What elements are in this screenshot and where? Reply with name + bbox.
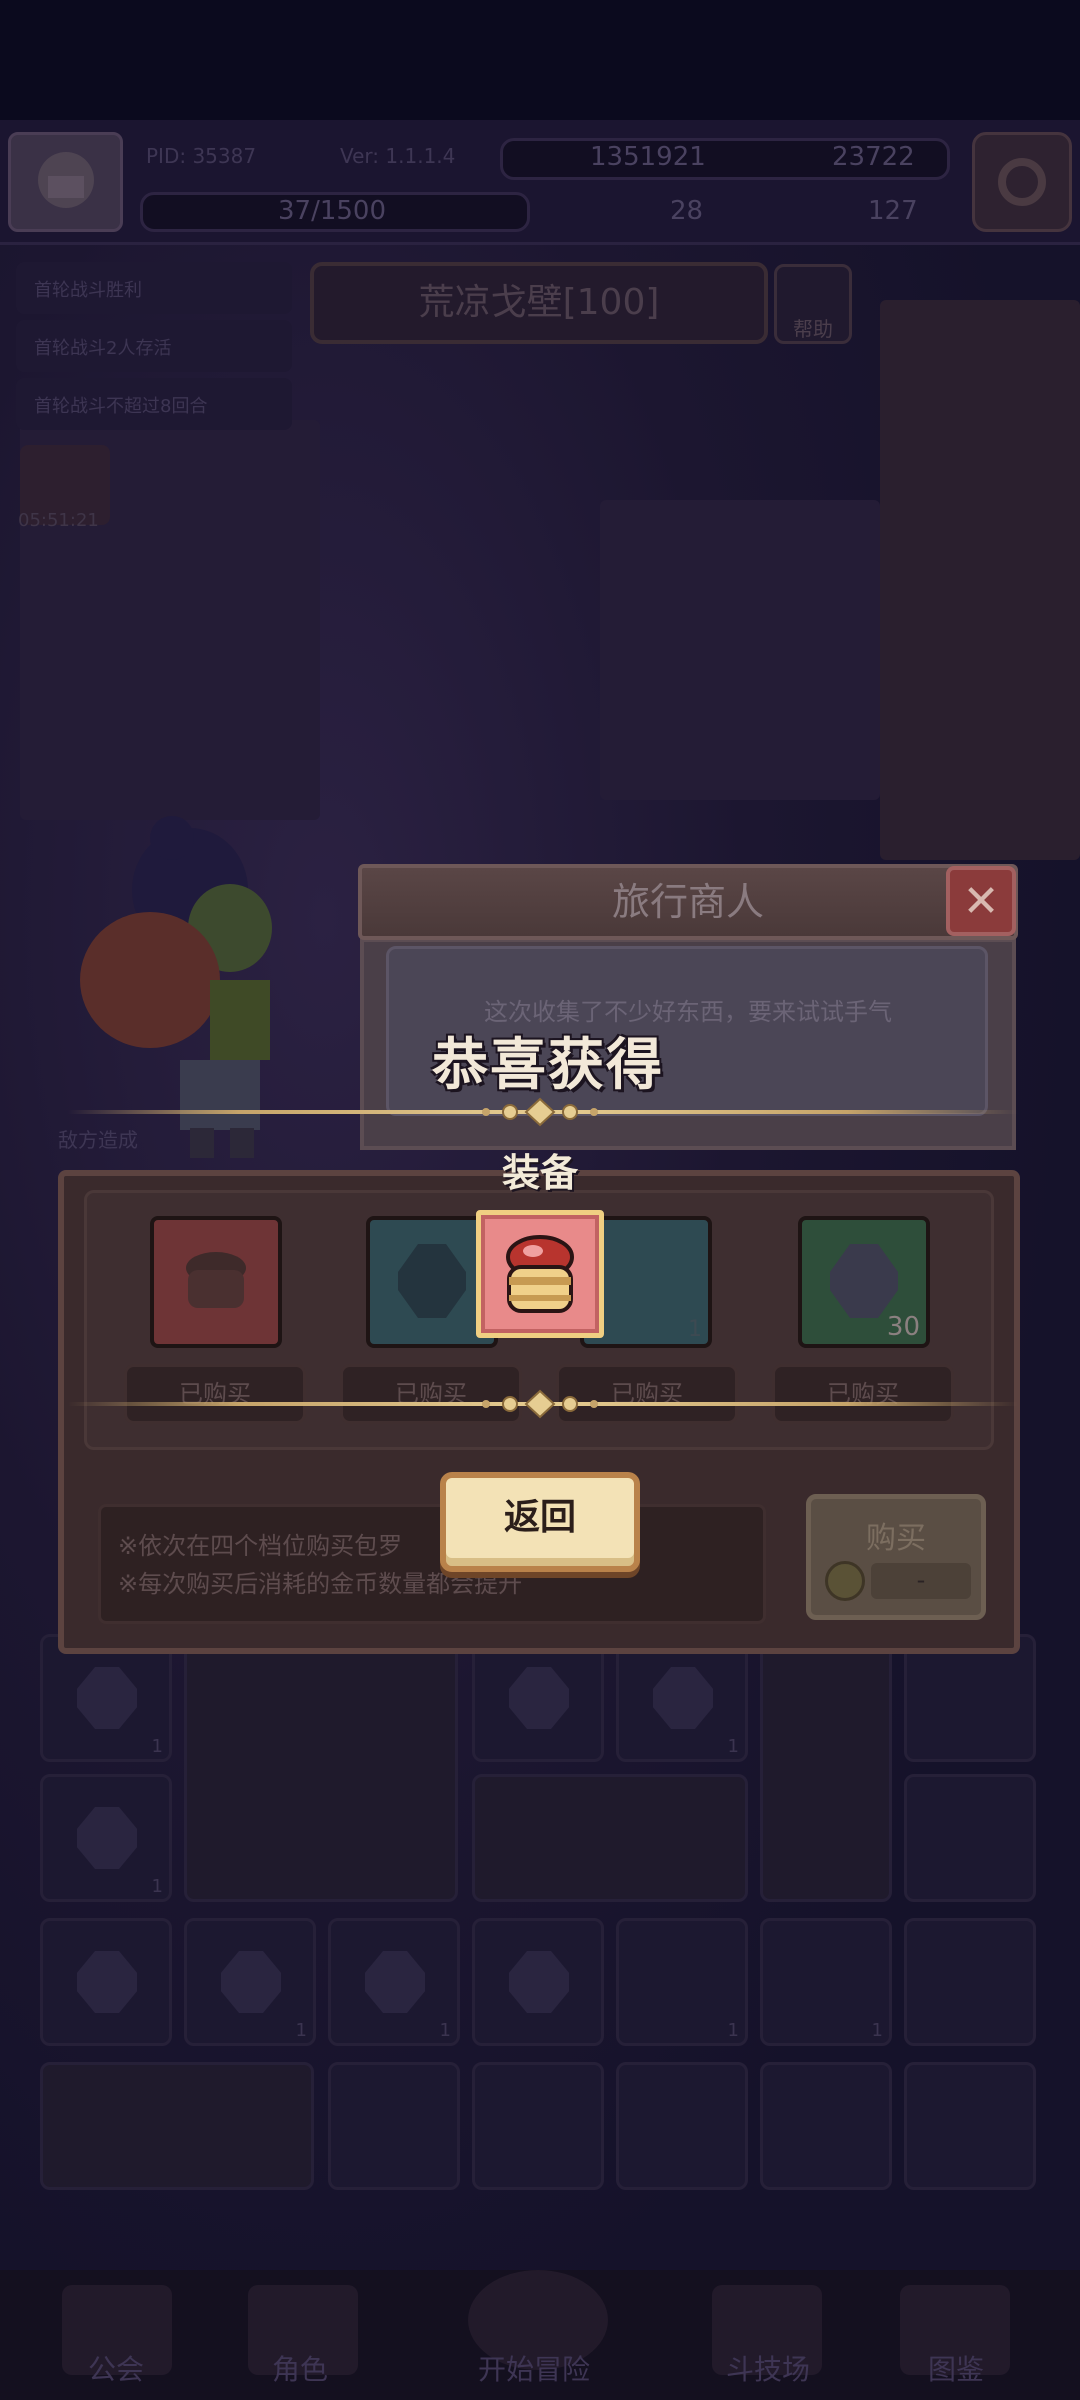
ornament-icon (482, 1097, 598, 1127)
inventory-slot[interactable] (328, 2062, 460, 2190)
merchant-character (80, 816, 272, 1158)
merchant-header: 旅行商人 (358, 864, 1018, 940)
help-button[interactable]: 帮助 (774, 264, 852, 344)
pot-icon (186, 1252, 246, 1308)
bag-count: 127 (868, 196, 918, 226)
inventory-slot[interactable] (760, 2062, 892, 2190)
back-button[interactable]: 返回 (440, 1472, 640, 1572)
quest-item: 首轮战斗胜利 (16, 262, 292, 314)
stage-name[interactable]: 荒凉戈壁[100] (310, 262, 768, 344)
clover-count: 28 (670, 196, 704, 226)
coin-icon (825, 1561, 865, 1601)
avatar-icon (37, 152, 94, 208)
game-version: Ver: 1.1.1.4 (340, 144, 456, 168)
inventory-slot-large[interactable] (472, 1774, 748, 1902)
inventory-slot[interactable]: 1 (328, 1918, 460, 2046)
inventory-slot[interactable] (904, 2062, 1036, 2190)
crystal-icon (77, 1951, 137, 2013)
buy-price: - (871, 1563, 971, 1599)
bought-label: 已购买 (124, 1364, 306, 1424)
crystal-icon (365, 1951, 425, 2013)
close-icon: ✕ (962, 875, 1000, 927)
gift-timer: 05:51:21 (18, 510, 99, 531)
inventory-slot[interactable]: 1 (616, 1918, 748, 2046)
inventory-slot-large[interactable] (40, 2062, 314, 2190)
stamina-value: 37/1500 (278, 196, 387, 226)
inventory-slot-large[interactable] (760, 1634, 892, 1902)
background-rock (600, 500, 880, 800)
quest-item: 首轮战斗不超过8回合 (16, 378, 292, 430)
bought-label: 已购买 (772, 1364, 954, 1424)
info-line: ※依次在四个档位购买包罗 (118, 1532, 403, 1560)
inventory-slot[interactable] (40, 1918, 172, 2046)
nav-start-adventure[interactable]: 开始冒险 (478, 2348, 590, 2388)
close-button[interactable]: ✕ (946, 866, 1016, 936)
inventory-slot[interactable] (472, 1918, 604, 2046)
buy-label: 购买 (866, 1521, 926, 1556)
crystal-icon (653, 1667, 713, 1729)
inventory-slot-large[interactable] (184, 1634, 458, 1902)
gear-icon (998, 158, 1046, 206)
buy-button[interactable]: 购买 - (806, 1494, 986, 1620)
background-rock (880, 300, 1080, 860)
merchant-title: 旅行商人 (611, 880, 764, 924)
nav-character[interactable]: 角色 (272, 2348, 328, 2388)
inventory-slot[interactable]: 1 (760, 1918, 892, 2046)
reward-item[interactable] (476, 1210, 604, 1338)
nav-arena[interactable]: 斗技场 (726, 2348, 810, 2388)
nav-codex[interactable]: 图鉴 (928, 2348, 984, 2388)
gem-amount: 23722 (832, 142, 915, 172)
shop-item-crystal-30[interactable]: 30 (798, 1216, 930, 1348)
inventory-slot[interactable] (472, 2062, 604, 2190)
crystal-icon (77, 1807, 137, 1869)
player-avatar[interactable] (8, 132, 123, 232)
pot-icon (506, 1235, 574, 1313)
quest-item: 首轮战斗2人存活 (16, 320, 292, 372)
crystal-icon (77, 1667, 137, 1729)
inventory-slot[interactable]: 1 (184, 1918, 316, 2046)
shop-item-pot[interactable] (150, 1216, 282, 1348)
inventory-slot[interactable]: 1 (40, 1774, 172, 1902)
inventory-slot[interactable] (904, 1918, 1036, 2046)
crystal-icon (509, 1951, 569, 2013)
settings-button[interactable] (972, 132, 1072, 232)
nav-guild[interactable]: 公会 (88, 2348, 144, 2388)
player-id: PID: 35387 (146, 144, 257, 168)
gold-amount: 1351921 (590, 142, 706, 172)
inventory-slot[interactable] (904, 1774, 1036, 1902)
ornament-icon (482, 1389, 598, 1419)
crystal-icon (509, 1667, 569, 1729)
reward-category: 装备 (501, 1151, 578, 1195)
inventory-slot[interactable] (616, 2062, 748, 2190)
reward-title: 恭喜获得 (432, 1033, 664, 1098)
crystal-icon (221, 1951, 281, 2013)
